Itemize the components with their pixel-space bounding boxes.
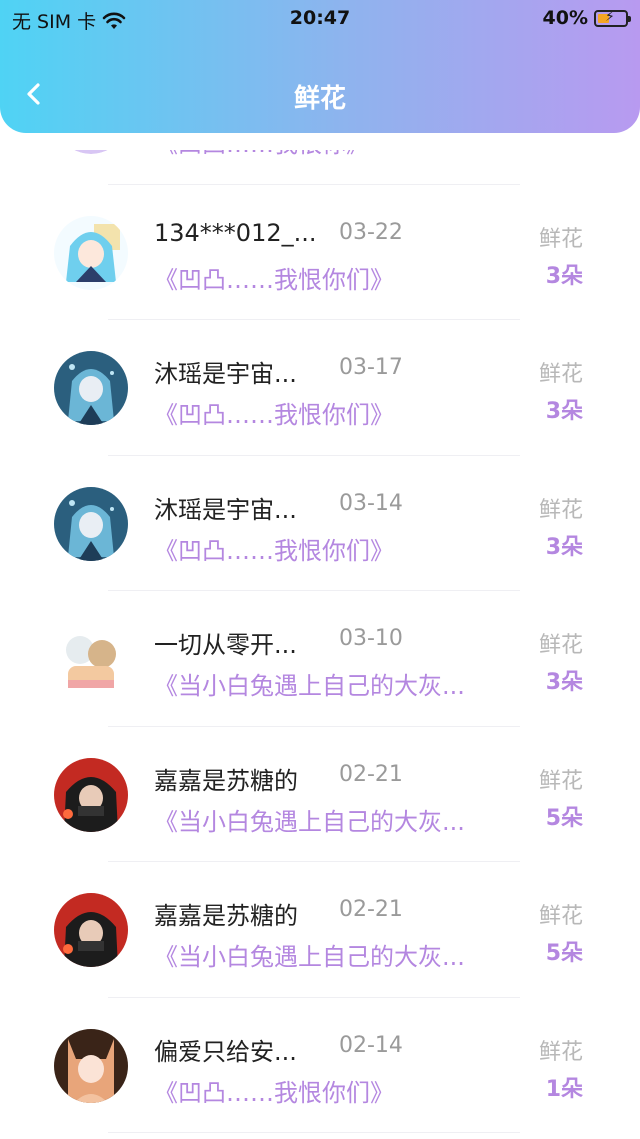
gift-date: 03-14 (339, 490, 403, 516)
gift-type-label: 鲜花 (538, 1039, 583, 1065)
flower-count: 1朵 (546, 150, 583, 154)
gift-type-label: 鲜花 (538, 904, 583, 929)
avatar (54, 622, 128, 696)
list-item[interactable]: 嘉嘉是苏糖的 02-21 《当小白兔遇上自己的大灰... 鲜花 5朵 (0, 727, 640, 863)
gift-type-label: 鲜花 (538, 226, 583, 252)
battery-status: 40% ⚡ (542, 7, 631, 29)
avatar (54, 486, 128, 561)
user-name: 134***012_... (154, 218, 317, 247)
user-name: 沐瑶是宇宙... (154, 360, 297, 388)
flower-count: 3朵 (545, 263, 583, 289)
user-name: 嘉嘉是苏糖的 (154, 902, 298, 930)
list-item[interactable]: 沐瑶是宇宙... 03-17 《凹凸……我恨你们》 鲜花 3朵 (0, 320, 640, 456)
flower-list: 《凹凸……我恨你》 1朵 134***012_... 03-22 《凹凸……我恨… (0, 150, 640, 1133)
book-title: 《当小白兔遇上自己的大灰... (154, 672, 465, 700)
user-name: 嘉嘉是苏糖的 (154, 766, 298, 795)
page-title: 鲜花 (293, 84, 346, 114)
book-title: 《凹凸……我恨你们》 (154, 536, 394, 565)
flower-count: 3朵 (545, 670, 583, 695)
battery-icon: ⚡ (594, 9, 631, 27)
gift-date: 02-21 (339, 897, 403, 922)
gift-type-label: 鲜花 (538, 497, 583, 523)
flower-count: 5朵 (545, 805, 583, 831)
avatar (54, 150, 128, 154)
list-item[interactable]: 一切从零开... 03-10 《当小白兔遇上自己的大灰... 鲜花 3朵 (0, 591, 640, 727)
gift-type-label: 鲜花 (538, 633, 583, 658)
book-title: 《当小白兔遇上自己的大灰... (154, 807, 465, 836)
avatar (54, 893, 128, 967)
avatar (54, 757, 128, 832)
battery-percent: 40% (542, 7, 588, 29)
flower-count: 5朵 (545, 941, 583, 966)
list-item[interactable]: 《凹凸……我恨你》 1朵 (0, 150, 640, 185)
gift-type-label: 鲜花 (538, 362, 583, 387)
list-item[interactable]: 偏爱只给安... 02-14 《凹凸……我恨你们》 鲜花 1朵 (0, 998, 640, 1134)
header-bar: 无 SIM 卡 20:47 40% ⚡ 鲜花 (0, 0, 640, 133)
flower-count: 1朵 (545, 1076, 583, 1102)
user-name: 偏爱只给安... (154, 1037, 297, 1066)
status-bar: 无 SIM 卡 20:47 40% ⚡ (0, 0, 640, 36)
avatar (54, 1028, 128, 1103)
gift-date: 02-14 (339, 1032, 403, 1058)
list-item[interactable]: 嘉嘉是苏糖的 02-21 《当小白兔遇上自己的大灰... 鲜花 5朵 (0, 862, 640, 998)
gift-type-label: 鲜花 (538, 768, 583, 794)
flower-list-panel: 《凹凸……我恨你》 1朵 134***012_... 03-22 《凹凸……我恨… (0, 150, 640, 1139)
book-title: 《凹凸……我恨你们》 (154, 265, 394, 294)
book-title: 《凹凸……我恨你们》 (154, 401, 394, 429)
avatar (54, 351, 128, 425)
user-name: 沐瑶是宇宙... (154, 495, 297, 524)
gift-date: 03-22 (339, 219, 403, 245)
gift-date: 03-17 (339, 355, 403, 380)
gift-date: 02-21 (339, 761, 403, 787)
user-name: 一切从零开... (154, 631, 297, 659)
book-title: 《凹凸……我恨你》 (154, 150, 370, 159)
book-title: 《当小白兔遇上自己的大灰... (154, 943, 465, 971)
list-item[interactable]: 134***012_... 03-22 《凹凸……我恨你们》 鲜花 3朵 (0, 185, 640, 321)
avatar (54, 215, 128, 290)
list-item[interactable]: 沐瑶是宇宙... 03-14 《凹凸……我恨你们》 鲜花 3朵 (0, 456, 640, 592)
book-title: 《凹凸……我恨你们》 (154, 1078, 394, 1107)
gift-date: 03-10 (339, 626, 403, 651)
flower-count: 3朵 (545, 534, 583, 560)
flower-count: 3朵 (545, 399, 583, 424)
